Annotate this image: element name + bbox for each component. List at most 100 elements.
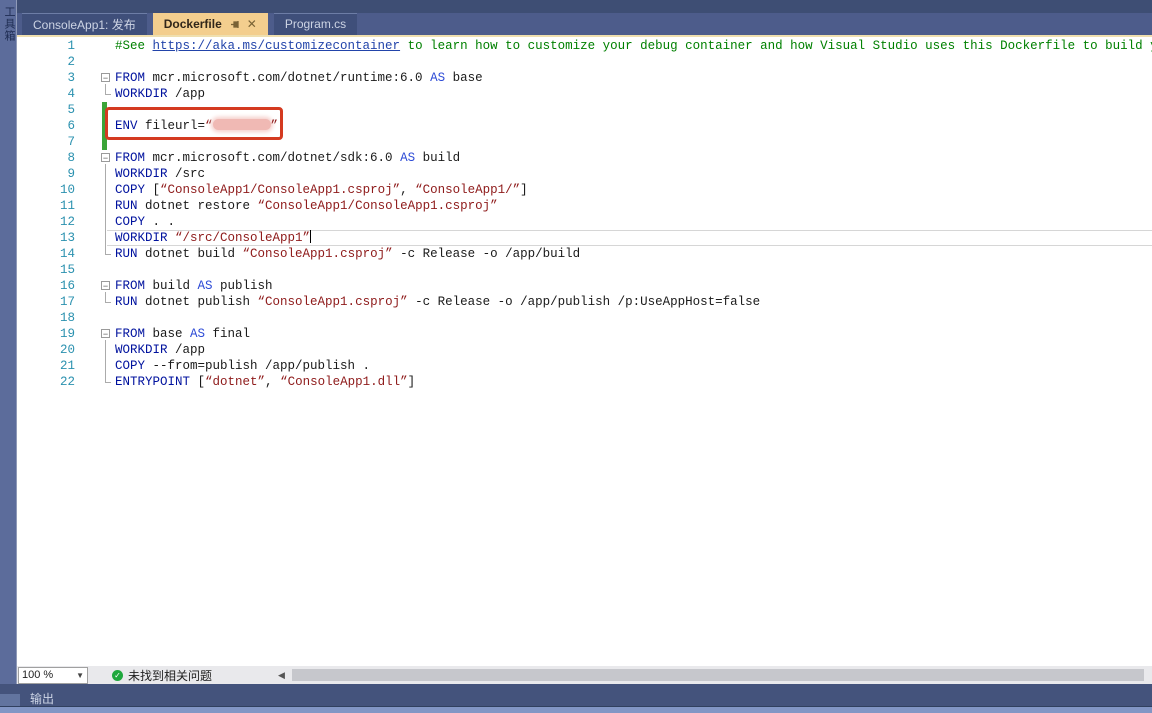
fold-guide-line — [105, 292, 106, 302]
code-line: 3 −FROM mcr.microsoft.com/dotnet/runtime:… — [16, 70, 483, 86]
health-status-text: 未找到相关问题 — [128, 667, 212, 684]
line-number: 19 — [16, 326, 75, 342]
code-text: FROM mcr.microsoft.com/dotnet/runtime:6.… — [115, 70, 483, 86]
line-number: 14 — [16, 246, 75, 262]
code-text: COPY --from=publish /app/publish . — [115, 358, 370, 374]
fold-guide-line — [105, 84, 106, 94]
code-line: 5 — [16, 102, 115, 118]
code-line: 1 #See https://aka.ms/customizecontainer … — [16, 38, 1152, 54]
fold-guide-line — [105, 340, 106, 382]
fold-guide-end — [105, 382, 111, 383]
fold-collapse-toggle[interactable]: − — [101, 153, 110, 162]
annotation-red-box — [105, 107, 283, 140]
fold-margin — [75, 198, 115, 214]
code-line: 22 ENTRYPOINT [“dotnet”, “ConsoleApp1.dll… — [16, 374, 415, 390]
fold-guide-line — [105, 164, 106, 254]
code-line: 11 RUN dotnet restore “ConsoleApp1/Consol… — [16, 198, 498, 214]
code-line: 17RUN dotnet publish “ConsoleApp1.csproj… — [16, 294, 760, 310]
line-number: 1 — [16, 38, 75, 54]
chevron-down-icon: ▼ — [76, 671, 84, 680]
fold-margin — [75, 54, 115, 70]
fold-margin — [75, 310, 115, 326]
fold-margin — [75, 182, 115, 198]
pin-icon[interactable] — [230, 19, 241, 30]
scroll-left-icon[interactable]: ◀ — [278, 670, 285, 681]
panel-splitter-bar[interactable] — [0, 707, 1152, 713]
toolbox-rail-label[interactable]: 工具箱 — [1, 6, 17, 42]
code-line: 7 — [16, 134, 115, 150]
check-circle-icon: ✓ — [112, 670, 123, 681]
line-number: 4 — [16, 86, 75, 102]
line-number: 22 — [16, 374, 75, 390]
code-text: COPY . . — [115, 214, 175, 230]
line-number: 18 — [16, 310, 75, 326]
line-number: 11 — [16, 198, 75, 214]
code-text: RUN dotnet publish “ConsoleApp1.csproj” … — [115, 294, 760, 310]
output-panel: 输出 — [0, 684, 1152, 713]
code-line: 20WORKDIR /app — [16, 342, 205, 358]
fold-margin — [75, 262, 115, 278]
code-line: 10 COPY [“ConsoleApp1/ConsoleApp1.csproj”… — [16, 182, 528, 198]
output-panel-title[interactable]: 输出 — [30, 690, 54, 707]
line-number: 21 — [16, 358, 75, 374]
code-line: 15 — [16, 262, 115, 278]
line-number: 10 — [16, 182, 75, 198]
fold-margin — [75, 38, 115, 54]
fold-collapse-toggle[interactable]: − — [101, 329, 110, 338]
document-health-indicator[interactable]: ✓ 未找到相关问题 — [112, 667, 212, 684]
horizontal-scrollbar-thumb[interactable] — [292, 669, 1144, 681]
fold-margin: − — [75, 70, 115, 86]
fold-guide-end — [105, 254, 111, 255]
code-line: 21 COPY --from=publish /app/publish . — [16, 358, 370, 374]
horizontal-scrollbar[interactable] — [288, 668, 1152, 682]
document-tab-strip: ConsoleApp1: 发布 Dockerfile ✕ Program.cs — [16, 13, 1152, 35]
tab-label: Dockerfile — [164, 17, 222, 31]
code-text: #See https://aka.ms/customizecontainer t… — [115, 38, 1152, 54]
zoom-level-value: 100 % — [22, 669, 76, 681]
tab-label: Program.cs — [285, 17, 346, 31]
code-editor[interactable]: 1 #See https://aka.ms/customizecontainer … — [16, 37, 1152, 666]
code-line: 12COPY . . — [16, 214, 175, 230]
tab-consoleapp1-[interactable]: ConsoleApp1: 发布 — [22, 13, 147, 35]
line-number: 3 — [16, 70, 75, 86]
tab-label: ConsoleApp1: 发布 — [33, 16, 136, 33]
line-number: 7 — [16, 134, 75, 150]
tab-program-cs[interactable]: Program.cs — [274, 13, 357, 35]
fold-margin: − — [75, 150, 115, 166]
code-line: 16−FROM build AS publish — [16, 278, 273, 294]
close-icon[interactable]: ✕ — [247, 18, 257, 30]
line-number: 5 — [16, 102, 75, 118]
code-text: RUN dotnet restore “ConsoleApp1/ConsoleA… — [115, 198, 498, 214]
zoom-level-select[interactable]: 100 % ▼ — [18, 667, 88, 684]
line-number: 20 — [16, 342, 75, 358]
fold-guide-end — [105, 302, 111, 303]
window-top-strip — [16, 0, 1152, 13]
fold-collapse-toggle[interactable]: − — [101, 73, 110, 82]
code-line: 9WORKDIR /src — [16, 166, 205, 182]
fold-margin: − — [75, 278, 115, 294]
line-number: 15 — [16, 262, 75, 278]
fold-margin — [75, 342, 115, 358]
code-text: WORKDIR /app — [115, 86, 205, 102]
fold-margin — [75, 166, 115, 182]
code-line: 14 RUN dotnet build “ConsoleApp1.csproj” … — [16, 246, 580, 262]
left-toolbox-rail[interactable]: 工具箱 — [0, 0, 17, 684]
code-text: RUN dotnet build “ConsoleApp1.csproj” -c… — [115, 246, 580, 262]
panel-gripper[interactable] — [0, 694, 20, 706]
code-text: FROM mcr.microsoft.com/dotnet/sdk:6.0 AS… — [115, 150, 460, 166]
line-number: 6 — [16, 118, 75, 134]
line-number: 8 — [16, 150, 75, 166]
fold-collapse-toggle[interactable]: − — [101, 281, 110, 290]
code-text: ENTRYPOINT [“dotnet”, “ConsoleApp1.dll”] — [115, 374, 415, 390]
tab-dockerfile[interactable]: Dockerfile ✕ — [153, 13, 268, 35]
code-line: 8 −FROM mcr.microsoft.com/dotnet/sdk:6.0 … — [16, 150, 460, 166]
editor-status-bar: 100 % ▼ ✓ 未找到相关问题 ◀ — [16, 666, 1152, 684]
line-number: 13 — [16, 230, 75, 246]
fold-guide-end — [105, 94, 111, 95]
code-text: FROM build AS publish — [115, 278, 273, 294]
code-text: COPY [“ConsoleApp1/ConsoleApp1.csproj”, … — [115, 182, 528, 198]
code-text: WORKDIR “/src/ConsoleApp1” — [115, 230, 311, 246]
code-line: 13 WORKDIR “/src/ConsoleApp1” — [16, 230, 311, 246]
line-number: 9 — [16, 166, 75, 182]
fold-margin — [75, 358, 115, 374]
